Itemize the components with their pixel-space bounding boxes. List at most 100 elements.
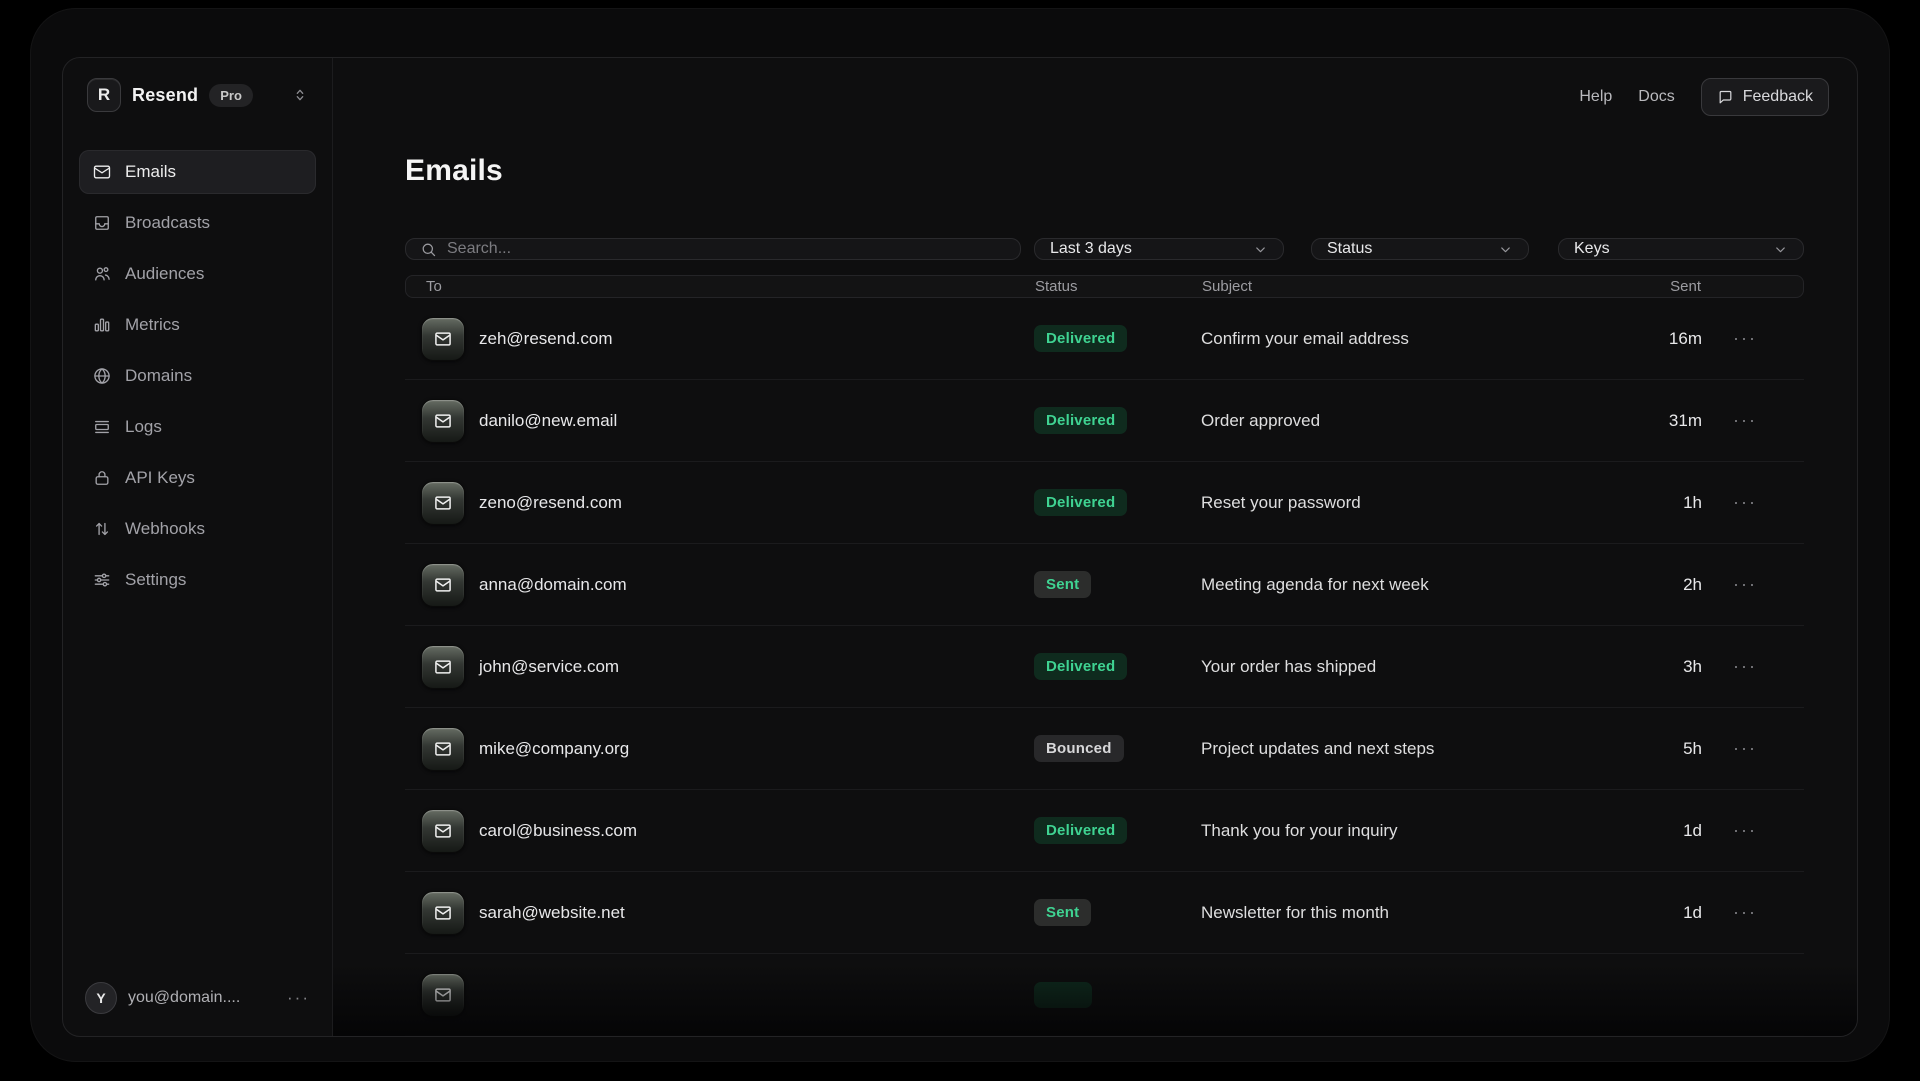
- search-input[interactable]: [447, 240, 1006, 258]
- mail-icon: [421, 891, 465, 935]
- row-menu-button[interactable]: ···: [1733, 820, 1757, 841]
- user-email: you@domain....: [128, 989, 240, 1007]
- app-window: R Resend Pro Emails Broadcasts Audiences Me…: [62, 57, 1858, 1037]
- row-sent: 1d: [1612, 821, 1702, 841]
- sidebar-item-label: Webhooks: [125, 519, 205, 539]
- sidebar-nav: Emails Broadcasts Audiences Metrics Domains L…: [79, 150, 316, 609]
- row-subject: Reset your password: [1201, 493, 1612, 513]
- sidebar-item-settings[interactable]: Settings: [79, 558, 316, 602]
- search-box: [405, 238, 1021, 260]
- lock-icon: [92, 468, 112, 488]
- row-subject: Thank you for your inquiry: [1201, 821, 1612, 841]
- table-row-partial[interactable]: [405, 954, 1804, 1036]
- row-to: carol@business.com: [479, 821, 1034, 841]
- row-subject: Order approved: [1201, 411, 1612, 431]
- table-row[interactable]: carol@business.comDelivered Thank you for…: [405, 790, 1804, 872]
- chevron-down-icon: [1498, 242, 1513, 257]
- row-sent: 2h: [1612, 575, 1702, 595]
- mail-icon: [421, 645, 465, 689]
- table-row[interactable]: john@service.comDeliveredYour order has …: [405, 626, 1804, 708]
- row-subject: Confirm your email address: [1201, 329, 1612, 349]
- sidebar-item-label: Audiences: [125, 264, 204, 284]
- row-to: mike@company.org: [479, 739, 1034, 759]
- mail-icon: [421, 727, 465, 771]
- table-row[interactable]: zeno@resend.comDelivered Reset your passw…: [405, 462, 1804, 544]
- mail-icon: [421, 399, 465, 443]
- row-menu-button[interactable]: ···: [1733, 328, 1757, 349]
- table-row[interactable]: anna@domain.comSentMeeting agenda for ne…: [405, 544, 1804, 626]
- row-menu-button[interactable]: ···: [1733, 656, 1757, 677]
- workspace-switcher[interactable]: R Resend Pro: [79, 78, 316, 112]
- sidebar-item-label: Metrics: [125, 315, 180, 335]
- sidebar-item-label: Emails: [125, 162, 176, 182]
- user-menu-ellipsis-icon[interactable]: ···: [287, 988, 310, 1008]
- mail-icon: [421, 317, 465, 361]
- sidebar-item-label: Domains: [125, 366, 192, 386]
- row-sent: 31m: [1612, 411, 1702, 431]
- row-menu-button[interactable]: ···: [1733, 738, 1757, 759]
- table-header: To Status Subject Sent: [405, 275, 1804, 298]
- status-badge: Delivered: [1034, 489, 1127, 516]
- sidebar-item-emails[interactable]: Emails: [79, 150, 316, 194]
- chevron-down-icon: [1773, 242, 1788, 257]
- help-link[interactable]: Help: [1579, 88, 1612, 106]
- sidebar-item-audiences[interactable]: Audiences: [79, 252, 316, 296]
- sidebar-item-label: Logs: [125, 417, 162, 437]
- mail-icon: [421, 809, 465, 853]
- broadcast-icon: [92, 213, 112, 233]
- column-header-subject: Subject: [1202, 278, 1611, 295]
- status-badge: Delivered: [1034, 817, 1127, 844]
- row-to: zeno@resend.com: [479, 493, 1034, 513]
- page-title: Emails: [405, 154, 1804, 188]
- date-range-value: Last 3 days: [1050, 240, 1132, 258]
- feedback-button[interactable]: Feedback: [1701, 78, 1829, 116]
- sidebar-item-metrics[interactable]: Metrics: [79, 303, 316, 347]
- table-row[interactable]: danilo@new.emailDeliveredOrder approved3…: [405, 380, 1804, 462]
- row-menu-button[interactable]: ···: [1733, 492, 1757, 513]
- column-header-status: Status: [1035, 278, 1202, 295]
- chevron-up-down-icon[interactable]: [292, 87, 308, 103]
- user-menu[interactable]: Y you@domain.... ···: [79, 982, 316, 1014]
- avatar: Y: [85, 982, 117, 1014]
- column-header-sent: Sent: [1611, 278, 1701, 295]
- row-sent: 1d: [1612, 903, 1702, 923]
- status-badge: Delivered: [1034, 653, 1127, 680]
- row-subject: Project updates and next steps: [1201, 739, 1612, 759]
- status-badge: Sent: [1034, 899, 1091, 926]
- row-menu-button[interactable]: ···: [1733, 574, 1757, 595]
- table-row[interactable]: zeh@resend.comDeliveredConfirm your emai…: [405, 298, 1804, 380]
- mail-icon: [92, 162, 112, 182]
- status-filter-dropdown[interactable]: Status: [1311, 238, 1529, 260]
- keys-filter-dropdown[interactable]: Keys: [1558, 238, 1804, 260]
- row-to: danilo@new.email: [479, 411, 1034, 431]
- date-range-dropdown[interactable]: Last 3 days: [1034, 238, 1284, 260]
- status-badge: [1034, 982, 1092, 1008]
- sidebar-item-label: Broadcasts: [125, 213, 210, 233]
- sliders-icon: [92, 570, 112, 590]
- docs-link[interactable]: Docs: [1638, 88, 1674, 106]
- sidebar-item-label: Settings: [125, 570, 186, 590]
- sidebar-item-webhooks[interactable]: Webhooks: [79, 507, 316, 551]
- keys-filter-value: Keys: [1574, 240, 1610, 258]
- status-filter-value: Status: [1327, 240, 1372, 258]
- row-menu-button[interactable]: ···: [1733, 410, 1757, 431]
- sidebar: R Resend Pro Emails Broadcasts Audiences Me…: [63, 58, 333, 1036]
- column-header-to: To: [422, 278, 1035, 295]
- status-badge: Delivered: [1034, 325, 1127, 352]
- logs-icon: [92, 417, 112, 437]
- row-subject: Meeting agenda for next week: [1201, 575, 1612, 595]
- sidebar-item-api-keys[interactable]: API Keys: [79, 456, 316, 500]
- row-menu-button[interactable]: ···: [1733, 902, 1757, 923]
- table-row[interactable]: mike@company.orgBouncedProject updates a…: [405, 708, 1804, 790]
- sidebar-item-label: API Keys: [125, 468, 195, 488]
- email-table: zeh@resend.comDeliveredConfirm your emai…: [405, 298, 1804, 1036]
- filters-bar: Last 3 days Status Keys: [405, 238, 1804, 260]
- main-content: Help Docs Feedback Emails Last 3 days: [333, 58, 1858, 1036]
- sidebar-item-logs[interactable]: Logs: [79, 405, 316, 449]
- chart-icon: [92, 315, 112, 335]
- sidebar-item-broadcasts[interactable]: Broadcasts: [79, 201, 316, 245]
- sidebar-item-domains[interactable]: Domains: [79, 354, 316, 398]
- table-row[interactable]: sarah@website.netSentNewsletter for this…: [405, 872, 1804, 954]
- row-sent: 16m: [1612, 329, 1702, 349]
- mail-icon: [421, 481, 465, 525]
